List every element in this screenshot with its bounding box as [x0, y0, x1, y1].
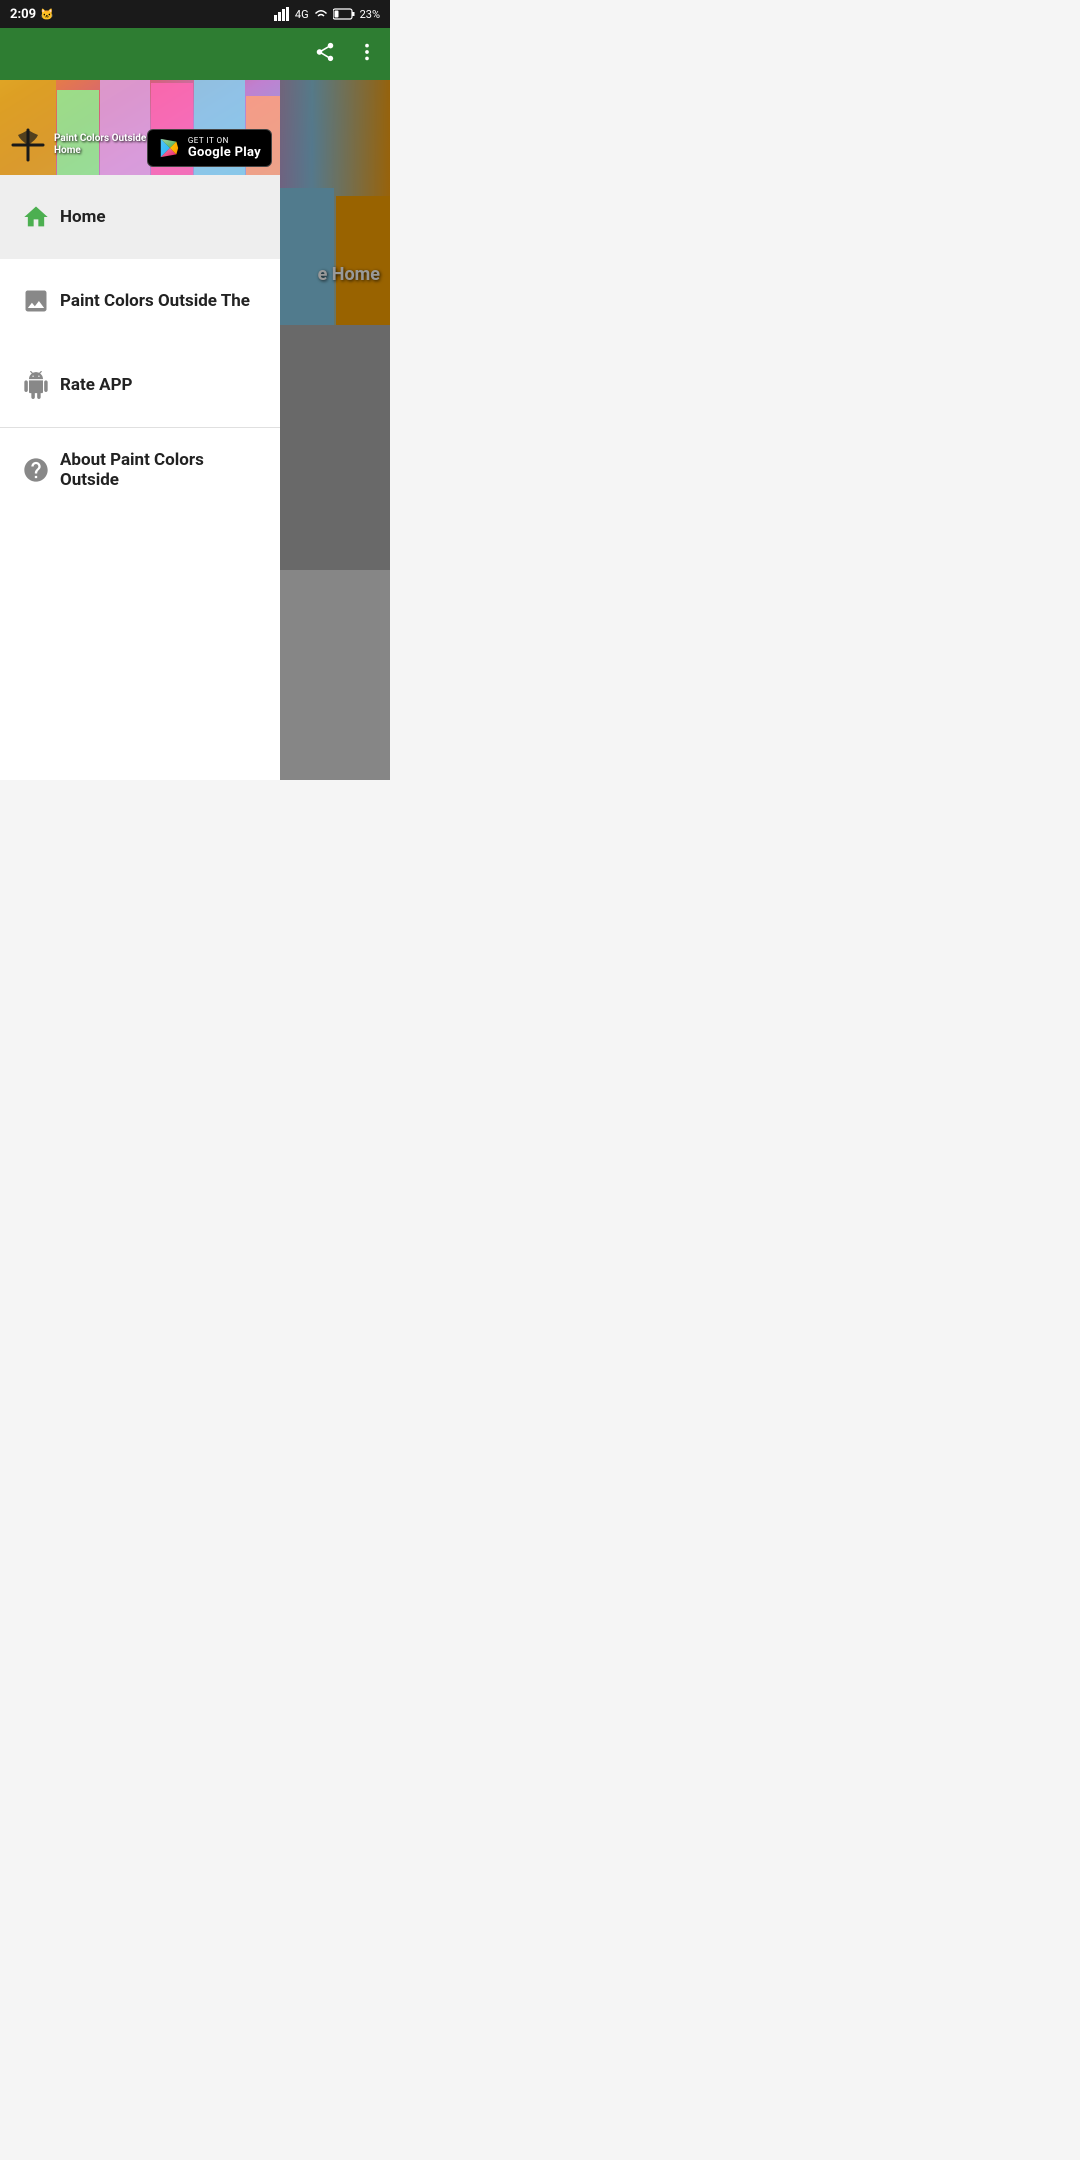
signal-icon [274, 7, 290, 21]
menu-rate-app-label: Rate APP [60, 375, 132, 395]
question-icon [16, 450, 56, 490]
google-play-icon [158, 137, 180, 159]
drawer-menu: Home Paint Colors Outside The Rate APP [0, 175, 280, 780]
menu-item-about[interactable]: About Paint Colors Outside [0, 428, 280, 512]
app-logo-icon [8, 125, 48, 165]
status-bar-left: 2:09 🐱 [10, 7, 54, 22]
wifi-icon [314, 8, 328, 20]
network-type: 4G [295, 8, 309, 21]
battery-percentage: 23% [360, 8, 380, 21]
battery-icon [333, 8, 355, 20]
status-bar-right: 4G 23% [274, 7, 380, 21]
toolbar-icons [314, 41, 378, 68]
status-time: 2:09 [10, 7, 36, 22]
nav-drawer: RigariDev Paint Colors Outside The Home [0, 0, 280, 780]
google-play-label: Google Play [188, 145, 261, 160]
google-play-badge[interactable]: GET IT ON Google Play [147, 129, 272, 167]
get-it-on-label: GET IT ON [188, 136, 261, 145]
android-icon [16, 365, 56, 405]
status-bar: 2:09 🐱 4G 23% [0, 0, 390, 28]
menu-home-label: Home [60, 207, 106, 227]
menu-item-rate-app[interactable]: Rate APP [0, 343, 280, 427]
more-options-button[interactable] [356, 41, 378, 68]
share-button[interactable] [314, 41, 336, 68]
image-icon [16, 281, 56, 321]
app-toolbar [0, 28, 390, 80]
home-icon [16, 197, 56, 237]
menu-paint-colors-label: Paint Colors Outside The [60, 291, 250, 311]
menu-about-label: About Paint Colors Outside [60, 450, 264, 490]
google-play-text: GET IT ON Google Play [188, 136, 261, 160]
menu-item-paint-colors[interactable]: Paint Colors Outside The [0, 259, 280, 343]
menu-item-home[interactable]: Home [0, 175, 280, 259]
cat-icon: 🐱 [40, 8, 54, 21]
